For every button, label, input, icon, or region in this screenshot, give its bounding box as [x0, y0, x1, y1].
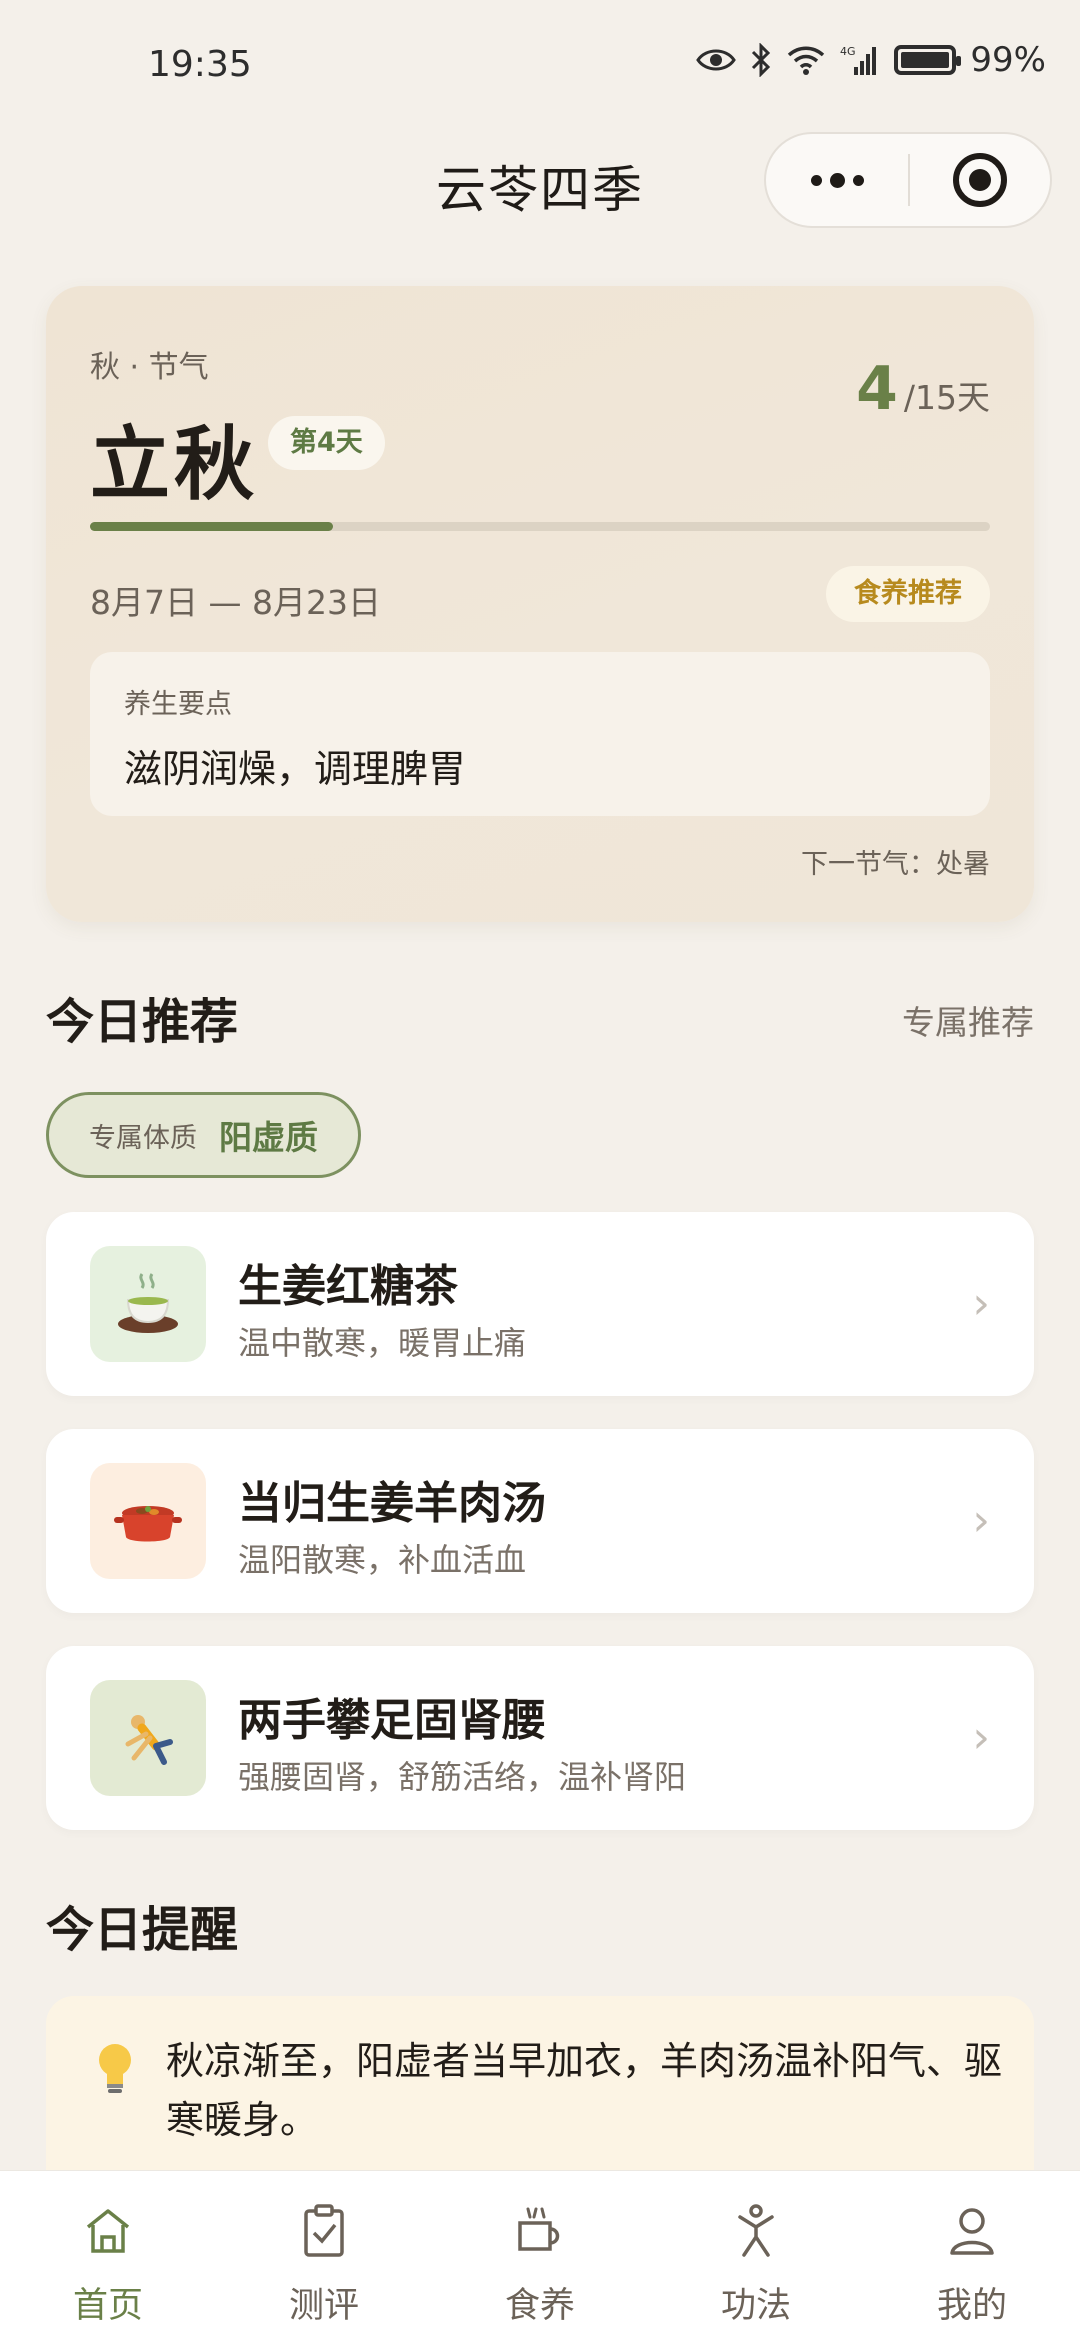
user-icon: [942, 2201, 1002, 2261]
recommend-card[interactable]: 两手攀足固肾腰 强腰固肾，舒筋活络，温补肾阳 ›: [46, 1646, 1034, 1830]
recommend-desc: 温中散寒，暖胃止痛: [238, 1324, 527, 1362]
diet-recommend-chip[interactable]: 食养推荐: [826, 566, 990, 622]
recommend-title: 两手攀足固肾腰: [238, 1695, 546, 1746]
target-icon: [952, 153, 1007, 207]
tip-label: 养生要点: [124, 689, 232, 720]
day-total: /15天: [903, 378, 990, 417]
recommend-card[interactable]: 生姜红糖茶 温中散寒，暖胃止痛 ›: [46, 1212, 1034, 1396]
recommend-title: 当归生姜羊肉汤: [238, 1478, 546, 1529]
recommend-card[interactable]: 当归生姜羊肉汤 温阳散寒，补血活血 ›: [46, 1429, 1034, 1613]
status-icons: 4G 99%: [696, 40, 1046, 80]
bottom-tab-bar: 首页 测评 食养 功法 我的: [0, 2170, 1080, 2340]
term-progress-bar: [90, 522, 990, 531]
exercise-icon: [90, 1680, 206, 1796]
chevron-right-icon: ›: [972, 1712, 990, 1763]
chevron-right-icon: ›: [972, 1278, 990, 1329]
date-range: 8月7日 — 8月23日: [90, 583, 381, 622]
reminder-section-title: 今日提醒: [46, 1902, 239, 1958]
tab-label: 测评: [288, 2286, 359, 2326]
chevron-right-icon: ›: [972, 1495, 990, 1546]
dot-icon: [829, 172, 845, 188]
day-badge: 第4天: [268, 416, 385, 470]
figure-icon: [726, 2201, 786, 2261]
tab-assessment[interactable]: 测评: [216, 2171, 432, 2340]
dot-icon: [852, 174, 864, 186]
tab-exercise[interactable]: 功法: [648, 2171, 864, 2340]
next-term: 下一节气：处暑: [801, 849, 990, 880]
svg-text:4G: 4G: [840, 45, 856, 58]
reminder-text: 秋凉渐至，阳虚者当早加衣，羊肉汤温补阳气、驱寒暖身。: [166, 2039, 1003, 2142]
tab-label: 我的: [936, 2286, 1007, 2326]
lightbulb-icon: [92, 2040, 138, 2100]
status-time: 19:35: [148, 44, 252, 85]
recommend-title: 生姜红糖茶: [238, 1261, 458, 1312]
food-bowl-icon: [510, 2201, 570, 2261]
recommend-desc: 强腰固肾，舒筋活络，温补肾阳: [238, 1758, 687, 1796]
eye-icon: [696, 49, 737, 71]
battery-percent: 99%: [970, 40, 1046, 80]
wifi-icon: [788, 46, 825, 75]
close-miniprogram-button[interactable]: [910, 153, 1050, 207]
tab-profile[interactable]: 我的: [864, 2171, 1080, 2340]
stew-pot-icon: [90, 1463, 206, 1579]
tab-diet[interactable]: 食养: [432, 2171, 648, 2340]
home-icon: [78, 2201, 138, 2261]
constitution-chip[interactable]: 专属体质 阳虚质: [46, 1092, 361, 1178]
solar-term-name: 立秋: [90, 418, 258, 511]
term-progress-fill: [90, 522, 333, 531]
season-label: 秋 · 节气: [90, 350, 209, 385]
tip-text: 滋阴润燥，调理脾胃: [124, 747, 467, 791]
day-current: 4: [856, 354, 898, 424]
tab-label: 功法: [720, 2286, 791, 2326]
mini-program-capsule: [764, 132, 1052, 228]
recommend-section-title: 今日推荐: [46, 994, 239, 1050]
day-counter: 4 /15天: [856, 354, 990, 424]
tab-home[interactable]: 首页: [0, 2171, 216, 2340]
tab-label: 首页: [72, 2286, 143, 2326]
tab-label: 食养: [504, 2286, 575, 2326]
tea-icon: [90, 1246, 206, 1362]
more-menu-button[interactable]: [766, 172, 908, 188]
clipboard-check-icon: [294, 2201, 354, 2261]
dot-icon: [810, 174, 822, 186]
recommend-desc: 温阳散寒，补血活血: [238, 1541, 527, 1579]
signal-icon: 4G: [840, 45, 877, 75]
constitution-value: 阳虚质: [219, 1118, 318, 1157]
health-tip-box: 养生要点 滋阴润燥，调理脾胃: [90, 652, 990, 816]
solar-term-card[interactable]: 秋 · 节气 立秋 第4天 4 /15天 8月7日 — 8月23日 食养推荐 养…: [46, 286, 1034, 922]
battery-icon: [894, 45, 962, 75]
constitution-label: 专属体质: [89, 1122, 197, 1154]
bluetooth-icon: [752, 43, 771, 77]
exclusive-recommend-link[interactable]: 专属推荐: [902, 996, 1034, 1044]
